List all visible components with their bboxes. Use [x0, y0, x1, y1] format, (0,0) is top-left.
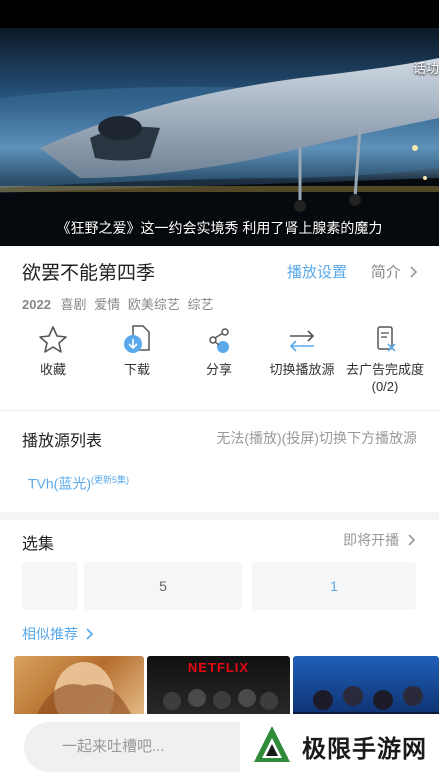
episodes-status-label: 即将开播	[343, 532, 400, 548]
switch-source-label: 切换播放源	[269, 362, 335, 377]
watermark-text: 极限手游网	[302, 735, 427, 763]
video-player[interactable]: 话功 《狂野之爱》这一约会实境秀 利用了肾上腺素的魔力	[0, 28, 439, 246]
source-item-tvh[interactable]: TVh(蓝光)(更新5集)	[28, 473, 129, 494]
ad-block-label: 去广告完成度	[345, 362, 424, 377]
thumbnail-image	[34, 662, 134, 720]
title-row: 欲罢不能第四季 播放设置 简介	[22, 258, 419, 284]
tag: 爱情	[94, 297, 121, 312]
share-icon	[209, 328, 229, 353]
recommendation-thumbnail[interactable]	[293, 656, 439, 720]
episodes-title: 选集	[22, 536, 55, 553]
favorite-button[interactable]: 收藏	[8, 322, 98, 378]
episode-item[interactable]: 1	[252, 562, 416, 610]
video-frame-airplane	[0, 28, 439, 246]
intro-link[interactable]: 简介	[371, 261, 419, 282]
comment-bar: 一起来吐槽吧... 极限手游网	[0, 714, 439, 780]
play-settings-link[interactable]: 播放设置	[287, 261, 347, 282]
action-bar: 收藏 下载 分享 切换播放源 去广告完成度 (0/2)	[0, 322, 439, 400]
episodes-status[interactable]: 即将开播	[343, 530, 417, 550]
thumbnail-image	[293, 686, 439, 720]
similar-link[interactable]: 相似推荐	[22, 624, 95, 644]
watermark: 极限手游网	[240, 716, 439, 776]
episode-item[interactable]	[22, 562, 78, 610]
video-corner-text: 话功	[412, 61, 439, 76]
recommendation-thumbnail[interactable]	[14, 656, 144, 720]
video-subtitle: 《狂野之爱》这一约会实境秀 利用了肾上腺素的魔力	[56, 220, 383, 236]
show-title: 欲罢不能第四季	[22, 263, 156, 284]
divider	[0, 410, 439, 411]
chevron-right-icon	[410, 266, 418, 278]
download-icon	[124, 325, 150, 353]
download-label: 下载	[123, 362, 150, 377]
source-update-badge: (更新5集)	[91, 475, 129, 485]
switch-source-icon	[289, 330, 315, 352]
switch-source-button[interactable]: 切换播放源	[257, 322, 347, 378]
tag: 喜剧	[60, 297, 87, 312]
share-label: 分享	[205, 362, 232, 377]
source-hint: 无法(播放)(投屏)切换下方播放源	[216, 430, 417, 446]
source-list-title: 播放源列表	[22, 433, 103, 450]
ad-block-icon	[377, 326, 396, 352]
episode-list: 5 1	[22, 562, 416, 610]
ad-block-progress: (0/2)	[371, 379, 399, 394]
thumbnail-image	[163, 689, 278, 710]
tag: 综艺	[187, 297, 214, 312]
intro-label: 简介	[370, 264, 401, 281]
share-button[interactable]: 分享	[174, 322, 264, 378]
show-tags: 2022 喜剧 爱情 欧美综艺 综艺	[22, 294, 217, 313]
tag: 欧美综艺	[127, 297, 180, 312]
chevron-right-icon	[86, 628, 94, 640]
favorite-label: 收藏	[39, 362, 66, 377]
section-gap	[0, 512, 439, 520]
episode-item[interactable]: 5	[84, 562, 242, 610]
status-bar	[0, 0, 439, 28]
star-icon	[39, 326, 67, 353]
similar-label: 相似推荐	[22, 626, 78, 642]
show-year: 2022	[22, 297, 51, 312]
source-name: TVh(蓝光)	[28, 475, 91, 492]
ad-block-button[interactable]: 去广告完成度 (0/2)	[340, 322, 430, 395]
recommendation-thumbnail[interactable]: NETFLIX	[147, 656, 290, 720]
download-button[interactable]: 下载	[92, 322, 182, 378]
recommendation-list: NETFLIX	[0, 656, 439, 720]
chevron-right-icon	[408, 534, 416, 546]
watermark-logo-icon	[254, 726, 290, 762]
